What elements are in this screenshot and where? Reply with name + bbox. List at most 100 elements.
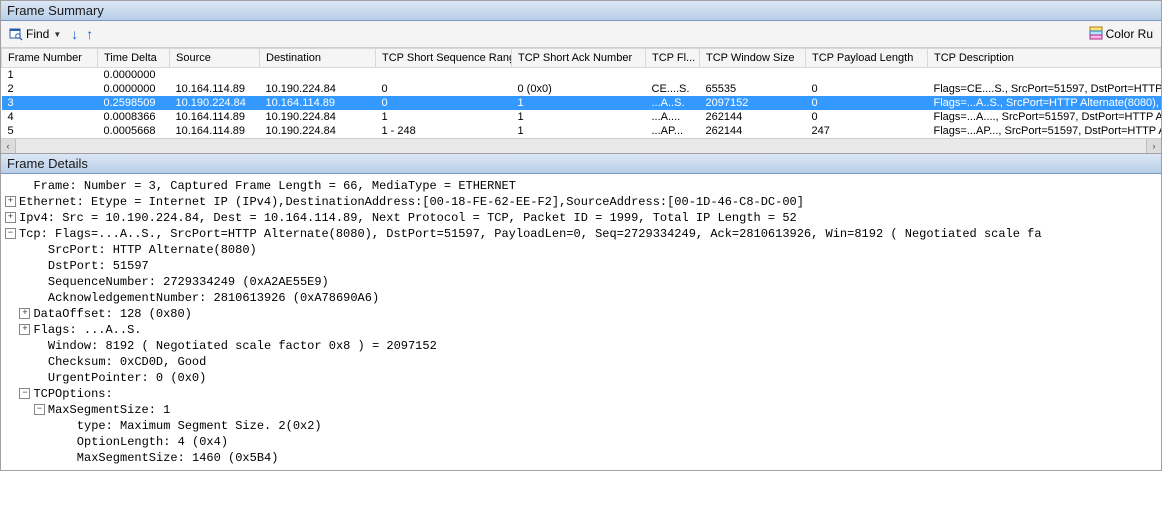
tree-indent [5, 418, 63, 434]
table-row[interactable]: 20.000000010.164.114.8910.190.224.8400 (… [2, 82, 1161, 96]
tree-node[interactable]: −Tcp: Flags=...A..S., SrcPort=HTTP Alter… [5, 226, 1161, 242]
color-rules-icon [1089, 26, 1103, 43]
tree-node-text: DataOffset: 128 (0x80) [33, 306, 191, 322]
cell-seq: 1 - 248 [376, 124, 512, 138]
cell-seq: 1 [376, 110, 512, 124]
column-header[interactable]: TCP Window Size [700, 49, 806, 68]
find-next-button[interactable]: ↓ [69, 26, 80, 42]
table-header-row: Frame Number Time Delta Source Destinati… [2, 49, 1161, 68]
cell-ack [512, 68, 646, 83]
cell-desc: Flags=...AP..., SrcPort=51597, DstPort=H… [928, 124, 1161, 138]
tree-indent [5, 354, 34, 370]
column-header[interactable]: Time Delta [98, 49, 170, 68]
cell-src: 10.164.114.89 [170, 124, 260, 138]
tree-indent [5, 242, 34, 258]
color-rules-button[interactable]: Color Ru [1085, 26, 1157, 43]
expand-icon[interactable]: + [5, 212, 16, 223]
cell-pay: 0 [806, 96, 928, 110]
cell-win [700, 68, 806, 83]
collapse-icon[interactable]: − [19, 388, 30, 399]
tree-node-text: Window: 8192 ( Negotiated scale factor 0… [48, 338, 437, 354]
cell-dst: 10.190.224.84 [260, 124, 376, 138]
tree-node-text: type: Maximum Segment Size. 2(0x2) [77, 418, 322, 434]
tree-node[interactable]: OptionLength: 4 (0x4) [5, 434, 1161, 450]
tree-node[interactable]: Frame: Number = 3, Captured Frame Length… [5, 178, 1161, 194]
tree-node-text: Ipv4: Src = 10.190.224.84, Dest = 10.164… [19, 210, 797, 226]
cell-dst [260, 68, 376, 83]
tree-node[interactable]: AcknowledgementNumber: 2810613926 (0xA78… [5, 290, 1161, 306]
tree-node[interactable]: Checksum: 0xCD0D, Good [5, 354, 1161, 370]
table-row[interactable]: 50.000566810.164.114.8910.190.224.841 - … [2, 124, 1161, 138]
tree-node-text: AcknowledgementNumber: 2810613926 (0xA78… [48, 290, 379, 306]
cell-fl [646, 68, 700, 83]
column-header[interactable]: Frame Number [2, 49, 98, 68]
cell-delta: 0.0005668 [98, 124, 170, 138]
column-header[interactable]: Source [170, 49, 260, 68]
cell-ack: 0 (0x0) [512, 82, 646, 96]
scroll-left-icon[interactable]: ‹ [1, 139, 16, 153]
tree-node[interactable]: DstPort: 51597 [5, 258, 1161, 274]
frame-summary-title: Frame Summary [1, 1, 1161, 21]
frame-summary-pane: Frame Summary Find ▼ ↓ ↑ [0, 0, 1162, 154]
cell-fl: ...AP... [646, 124, 700, 138]
cell-dst: 10.164.114.89 [260, 96, 376, 110]
column-header[interactable]: TCP Payload Length [806, 49, 928, 68]
scroll-right-icon[interactable]: › [1146, 139, 1161, 153]
cell-num: 4 [2, 110, 98, 124]
tree-node[interactable]: type: Maximum Segment Size. 2(0x2) [5, 418, 1161, 434]
frame-details-title: Frame Details [1, 154, 1161, 174]
find-button[interactable]: Find ▼ [5, 26, 65, 42]
collapse-icon[interactable]: − [34, 404, 45, 415]
tree-node[interactable]: SrcPort: HTTP Alternate(8080) [5, 242, 1161, 258]
collapse-icon[interactable]: − [5, 228, 16, 239]
tree-node[interactable]: −MaxSegmentSize: 1 [5, 402, 1161, 418]
cell-fl: CE....S. [646, 82, 700, 96]
cell-num: 5 [2, 124, 98, 138]
cell-ack: 1 [512, 124, 646, 138]
table-row[interactable]: 10.0000000 [2, 68, 1161, 83]
tree-node[interactable]: +Flags: ...A..S. [5, 322, 1161, 338]
cell-num: 2 [2, 82, 98, 96]
cell-num: 1 [2, 68, 98, 83]
expand-icon[interactable]: + [19, 324, 30, 335]
tree-indent [5, 434, 63, 450]
column-header[interactable]: TCP Description [928, 49, 1161, 68]
tree-node[interactable]: +Ethernet: Etype = Internet IP (IPv4),De… [5, 194, 1161, 210]
column-header[interactable]: TCP Short Sequence Range [376, 49, 512, 68]
tree-node[interactable]: MaxSegmentSize: 1460 (0x5B4) [5, 450, 1161, 466]
tree-node[interactable]: +Ipv4: Src = 10.190.224.84, Dest = 10.16… [5, 210, 1161, 226]
details-tree[interactable]: Frame: Number = 3, Captured Frame Length… [1, 174, 1161, 470]
cell-pay: 0 [806, 82, 928, 96]
tree-node[interactable]: SequenceNumber: 2729334249 (0xA2AE55E9) [5, 274, 1161, 290]
tree-node[interactable]: −TCPOptions: [5, 386, 1161, 402]
cell-fl: ...A..S. [646, 96, 700, 110]
cell-seq: 0 [376, 82, 512, 96]
cell-pay: 0 [806, 110, 928, 124]
cell-src: 10.164.114.89 [170, 110, 260, 124]
tree-indent [5, 402, 34, 418]
expand-icon[interactable]: + [5, 196, 16, 207]
frame-table-wrap: Frame Number Time Delta Source Destinati… [1, 48, 1161, 153]
tree-node[interactable]: UrgentPointer: 0 (0x0) [5, 370, 1161, 386]
cell-delta: 0.0000000 [98, 82, 170, 96]
tree-node[interactable]: Window: 8192 ( Negotiated scale factor 0… [5, 338, 1161, 354]
tree-indent [5, 322, 19, 338]
expand-icon[interactable]: + [19, 308, 30, 319]
tree-node-text: MaxSegmentSize: 1 [48, 402, 170, 418]
horizontal-scrollbar[interactable]: ‹ › [1, 138, 1161, 153]
column-header[interactable]: Destination [260, 49, 376, 68]
tree-node[interactable]: +DataOffset: 128 (0x80) [5, 306, 1161, 322]
tree-indent [5, 290, 34, 306]
find-prev-button[interactable]: ↑ [84, 26, 95, 42]
column-header[interactable]: TCP Fl... [646, 49, 700, 68]
table-row[interactable]: 30.259850910.190.224.8410.164.114.8901..… [2, 96, 1161, 110]
table-row[interactable]: 40.000836610.164.114.8910.190.224.8411..… [2, 110, 1161, 124]
cell-delta: 0.0008366 [98, 110, 170, 124]
chevron-down-icon: ▼ [53, 30, 61, 39]
column-header[interactable]: TCP Short Ack Number [512, 49, 646, 68]
cell-ack: 1 [512, 110, 646, 124]
tree-indent [5, 370, 34, 386]
cell-win: 2097152 [700, 96, 806, 110]
cell-desc: Flags=CE....S., SrcPort=51597, DstPort=H… [928, 82, 1161, 96]
frame-table[interactable]: Frame Number Time Delta Source Destinati… [1, 48, 1161, 138]
